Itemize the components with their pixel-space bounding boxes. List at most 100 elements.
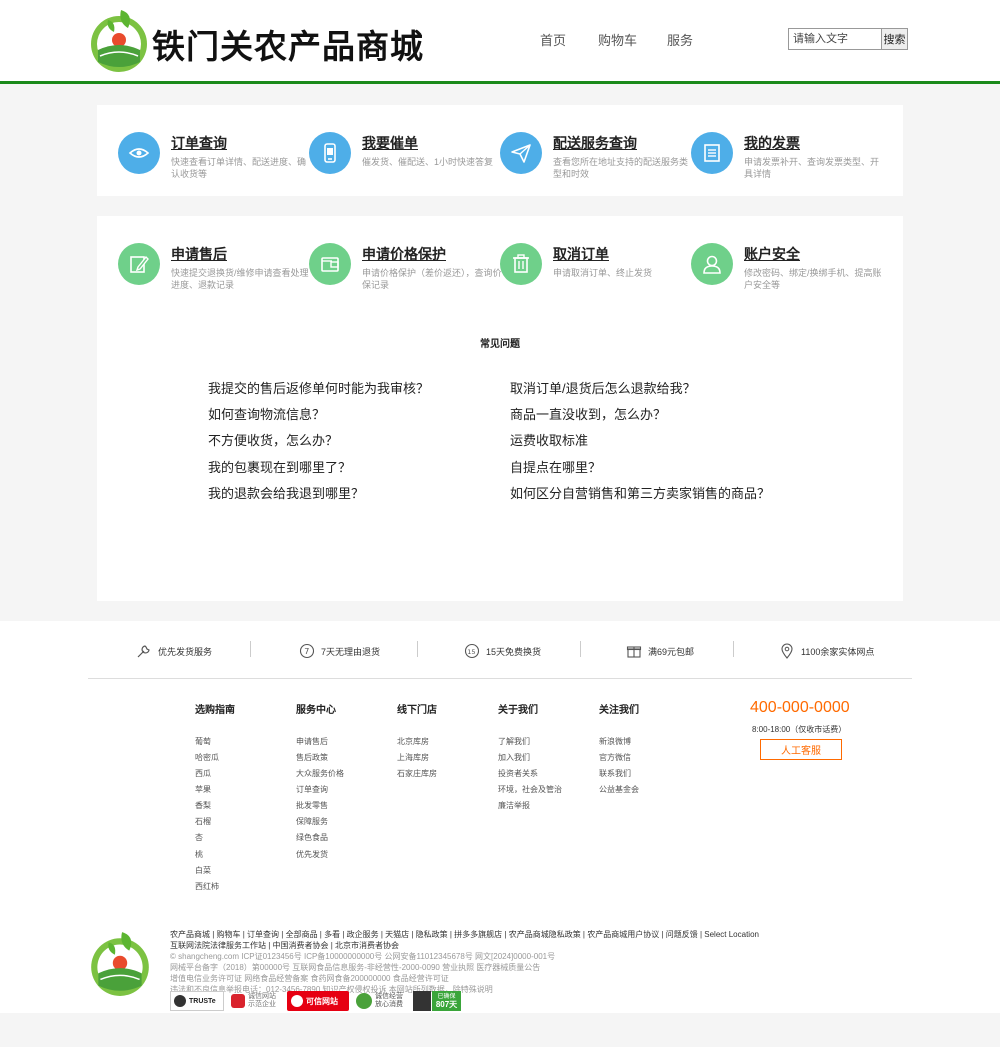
faq-item[interactable]: 运费收取标准 — [510, 430, 588, 449]
customer-service-button[interactable]: 人工客服 — [760, 739, 842, 760]
faq-item[interactable]: 如何区分自营销售和第三方卖家销售的商品？ — [510, 483, 770, 502]
nav-service[interactable]: 服务 — [667, 30, 693, 49]
fifteen-days-icon: 15 — [464, 643, 480, 659]
service-panel-top: 订单查询 快速查看订单详情、配送进度、确认收货等 我要催单 催发货、催配送、1小… — [97, 105, 903, 196]
guarantee-text: 满69元包邮 — [648, 646, 695, 657]
logo[interactable] — [88, 6, 150, 74]
footer-link[interactable]: 公益基金会 — [599, 784, 639, 795]
license-text: 网械平台备字（2018）第00000号 互联网食品信息服务-非经营性-2000-… — [170, 963, 541, 972]
service-title: 账户安全 — [744, 246, 800, 262]
footer-link[interactable]: 上海库房 — [397, 752, 429, 763]
footer-link[interactable]: 杏 — [195, 832, 203, 843]
footer-link[interactable]: 环境，社会及管治 — [498, 784, 562, 795]
user-icon — [691, 243, 733, 285]
footer-link[interactable]: 售后政策 — [296, 752, 328, 763]
footer-link[interactable]: 白菜 — [195, 865, 211, 876]
trusted-site-badge[interactable]: 可信网站 — [287, 991, 349, 1011]
faq-item[interactable]: 自提点在哪里？ — [510, 457, 601, 476]
guarantee-priority-shipping: 优先发货服务 — [136, 643, 212, 659]
footer-link[interactable]: 申请售后 — [296, 736, 328, 747]
faq-item[interactable]: 我的退款会给我退到哪里？ — [208, 483, 364, 502]
service-my-invoice[interactable]: 我的发票 申请发票补开、查询发票类型、开具详情 — [691, 132, 881, 192]
footer-link[interactable]: 优先发货 — [296, 849, 328, 860]
search-input[interactable] — [788, 28, 882, 50]
footer-links-row[interactable]: 互联网法院法律服务工作站 | 中国消费者协会 | 北京市消费者协会 — [170, 940, 399, 951]
footer-link[interactable]: 了解我们 — [498, 736, 530, 747]
service-urge-order[interactable]: 我要催单 催发货、催配送、1小时快速答复 — [309, 132, 499, 192]
footer-link[interactable]: 订单查询 — [296, 784, 328, 795]
divider — [733, 641, 734, 657]
header: 铁门关农产品商城 首页 购物车 服务 搜索 — [0, 0, 1000, 84]
truste-badge[interactable]: TRUSTe — [170, 991, 224, 1011]
service-desc: 申请发票补开、查询发票类型、开具详情 — [744, 157, 880, 179]
edit-icon — [118, 243, 160, 285]
service-desc: 申请取消订单、终止发货 — [553, 268, 653, 278]
guarantee-free-shipping: 满69元包邮 — [626, 643, 694, 659]
faq-item[interactable]: 我的包裹现在到哪里了？ — [208, 457, 351, 476]
service-after-sales[interactable]: 申请售后 快速提交退换货/维修申请查看处理进度、退款记录 — [118, 243, 309, 303]
service-panel-bottom: 申请售后 快速提交退换货/维修申请查看处理进度、退款记录 申请价格保护 申请价格… — [97, 216, 903, 601]
security-days-badge[interactable]: 已确保 807天 — [413, 991, 461, 1011]
faq-item[interactable]: 不方便收货，怎么办？ — [208, 430, 338, 449]
service-order-query[interactable]: 订单查询 快速查看订单详情、配送进度、确认收货等 — [118, 132, 308, 192]
invoice-icon — [691, 132, 733, 174]
footer-link[interactable]: 哈密瓜 — [195, 752, 219, 763]
paper-plane-icon — [500, 132, 542, 174]
footer-link[interactable]: 西瓜 — [195, 768, 211, 779]
footer-link[interactable]: 加入我们 — [498, 752, 530, 763]
search-button[interactable]: 搜索 — [881, 28, 908, 50]
footer-link[interactable]: 北京库房 — [397, 736, 429, 747]
service-delivery-query[interactable]: 配送服务查询 查看您所在地址支持的配送服务类型和时效 — [500, 132, 690, 192]
footer-link[interactable]: 批发零售 — [296, 800, 328, 811]
service-desc: 修改密码、绑定/换绑手机、提高账户安全等 — [744, 268, 882, 290]
footer-logo[interactable] — [88, 928, 152, 998]
wrench-icon — [137, 645, 150, 658]
footer-column-title: 选购指南 — [195, 705, 235, 716]
footer-link[interactable]: 桃 — [195, 849, 203, 860]
nav-home[interactable]: 首页 — [540, 30, 566, 49]
faq-item[interactable]: 商品一直没收到，怎么办？ — [510, 404, 666, 423]
footer-link[interactable]: 廉洁举报 — [498, 800, 530, 811]
divider — [250, 641, 251, 657]
faq-item[interactable]: 取消订单/退货后怎么退款给我？ — [510, 378, 696, 397]
service-cancel-order[interactable]: 取消订单 申请取消订单、终止发货 — [500, 243, 690, 303]
service-title: 取消订单 — [553, 246, 609, 262]
divider — [88, 678, 912, 679]
service-title: 订单查询 — [171, 135, 227, 151]
divider — [580, 641, 581, 657]
service-account-security[interactable]: 账户安全 修改密码、绑定/换绑手机、提高账户安全等 — [691, 243, 882, 303]
nav-cart[interactable]: 购物车 — [598, 30, 637, 49]
footer-link[interactable]: 官方微信 — [599, 752, 631, 763]
footer-link[interactable]: 香梨 — [195, 800, 211, 811]
service-title: 申请售后 — [171, 246, 227, 262]
service-title: 我要催单 — [362, 135, 418, 151]
honest-business-badge[interactable]: 诚信经营 放心消费 — [354, 991, 410, 1011]
footer-link[interactable]: 联系我们 — [599, 768, 631, 779]
footer-column-title: 线下门店 — [397, 705, 437, 716]
faq-item[interactable]: 如何查询物流信息？ — [208, 404, 325, 423]
faq-item[interactable]: 我提交的售后返修单何时能为我审核？ — [208, 378, 429, 397]
footer-link[interactable]: 新浪微博 — [599, 736, 631, 747]
location-icon — [781, 643, 793, 659]
service-desc: 催发货、催配送、1小时快速答复 — [362, 157, 494, 167]
hotline-number: 400-000-0000 — [750, 699, 850, 716]
service-price-protect[interactable]: 申请价格保护 申请价格保护（差价返还），查询价保记录 — [309, 243, 502, 303]
footer-link[interactable]: 保障服务 — [296, 816, 328, 827]
guarantee-text: 优先发货服务 — [158, 646, 213, 657]
license-text: © shangcheng.com ICP证0123456号 ICP备100000… — [170, 952, 556, 961]
guarantee-text: 15天免费换货 — [486, 646, 542, 657]
footer-link[interactable]: 绿色食品 — [296, 832, 328, 843]
credit-site-badge[interactable]: 诚信网站 示范企业 — [229, 991, 285, 1011]
footer-link[interactable]: 投资者关系 — [498, 768, 538, 779]
guarantee-text: 7天无理由退货 — [321, 646, 381, 657]
footer-link[interactable]: 葡萄 — [195, 736, 211, 747]
footer-link[interactable]: 石榴 — [195, 816, 211, 827]
wallet-icon — [309, 243, 351, 285]
guarantee-15-day-exchange: 15 15天免费换货 — [464, 643, 541, 659]
footer-link[interactable]: 石家庄库房 — [397, 768, 437, 779]
footer-link[interactable]: 西红柿 — [195, 881, 219, 892]
eye-icon — [118, 132, 160, 174]
footer-links-row[interactable]: 农产品商城 | 购物车 | 订单查询 | 全部商品 | 多看 | 政企服务 | … — [170, 929, 759, 940]
footer-link[interactable]: 大众服务价格 — [296, 768, 344, 779]
footer-link[interactable]: 苹果 — [195, 784, 211, 795]
